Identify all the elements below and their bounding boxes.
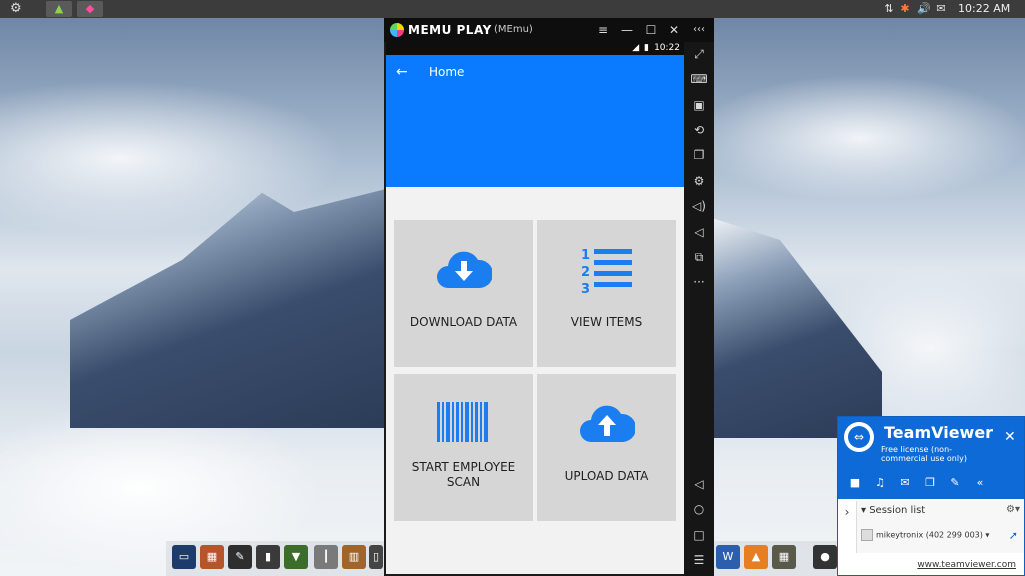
broom-icon[interactable]: ✎ xyxy=(946,475,964,491)
numbered-list-icon: 1 2 3 xyxy=(581,248,632,296)
files-icon[interactable]: ❐ xyxy=(921,475,939,491)
memu-sidebar: ⤢ ⌨ ▣ ⟲ ❐ ⚙ ◁) ◁ ⧉ ··· ◁ ○ □ ☰ xyxy=(684,42,714,576)
dock-left: ▭ ▦ ✎ ▮ ▼ ┃ ▥ ▯ xyxy=(166,541,384,576)
video-icon[interactable]: ■ xyxy=(846,475,864,491)
cloud-download-icon xyxy=(437,251,492,288)
network-transfer-icon[interactable]: ⇅ xyxy=(882,0,896,18)
session-gear-icon[interactable]: ⚙▾ xyxy=(1006,504,1020,515)
teamviewer-panel: ⇔ TeamViewer Free license (non-commercia… xyxy=(837,416,1025,576)
upload-data-tile[interactable]: UPLOAD DATA xyxy=(537,374,676,521)
fullscreen-icon[interactable]: ⤢ xyxy=(689,45,709,63)
cloud-upload-icon xyxy=(580,405,635,442)
chat-icon[interactable]: ✉ xyxy=(934,0,948,18)
page-title: Home xyxy=(429,65,465,79)
svg-text:1: 1 xyxy=(581,248,590,263)
memu-titlebar[interactable]: MEMU PLAY (MEmu) ≡ — ☐ ✕ ‹‹‹ xyxy=(384,18,714,42)
volume-up-icon[interactable]: ◁) xyxy=(689,197,709,215)
teamviewer-close-button[interactable]: ✕ xyxy=(1004,429,1016,445)
connect-cursor-icon[interactable]: ➚ xyxy=(1009,529,1018,542)
android-recents-icon[interactable]: □ xyxy=(689,526,709,544)
teamviewer-title: TeamViewer xyxy=(884,423,994,442)
view-items-tile[interactable]: 1 2 3 VIEW ITEMS xyxy=(537,220,676,367)
media-app-icon[interactable]: ▦ xyxy=(200,545,224,569)
view-items-label: VIEW ITEMS xyxy=(570,315,643,329)
rotate-icon[interactable]: ⟲ xyxy=(689,121,709,139)
android-back-icon[interactable]: ◁ xyxy=(689,475,709,493)
teamviewer-logo-icon: ⇔ xyxy=(844,422,874,452)
chat-bubble-icon[interactable]: ✉ xyxy=(896,475,914,491)
memu-logo-icon xyxy=(390,23,404,37)
start-employee-scan-tile[interactable]: START EMPLOYEE SCAN xyxy=(394,374,533,521)
vlc-app-icon[interactable]: ▲ xyxy=(744,545,768,569)
status-time: 10:22 xyxy=(654,43,680,53)
contact-avatar xyxy=(861,529,873,541)
android-home-icon[interactable]: ○ xyxy=(689,500,709,518)
android-menu-icon[interactable]: ☰ xyxy=(689,551,709,569)
sidebar-collapse-icon[interactable]: ‹‹‹ xyxy=(690,21,708,39)
android-app-icon[interactable]: ▲ xyxy=(46,1,72,17)
updates-icon[interactable]: ✱ xyxy=(898,0,912,18)
teamviewer-license: Free license (non-commercial use only) xyxy=(881,445,967,463)
maximize-button[interactable]: ☐ xyxy=(642,21,660,39)
memu-subtitle: (MEmu) xyxy=(494,24,533,35)
multi-window-icon[interactable]: ❐ xyxy=(689,146,709,164)
terminal-app-icon[interactable]: ▯ xyxy=(369,545,383,569)
download-app-icon[interactable]: ▼ xyxy=(284,545,308,569)
copy-icon[interactable]: ⧉ xyxy=(689,248,709,266)
tools-app-icon[interactable]: ✎ xyxy=(228,545,252,569)
books-app-icon[interactable]: ▥ xyxy=(342,545,366,569)
teamviewer-website-link[interactable]: www.teamviewer.com xyxy=(838,555,1024,575)
app-bar: ← Home xyxy=(386,55,684,187)
close-button[interactable]: ✕ xyxy=(665,21,683,39)
top-panel: ⚙ ▲ ◆ ⇅ ✱ 🔊 ✉ 10:22 AM xyxy=(0,0,1025,18)
volume-icon[interactable]: 🔊 xyxy=(917,0,931,18)
volume-down-icon[interactable]: ◁ xyxy=(689,223,709,241)
menu-icon[interactable]: ≡ xyxy=(594,21,612,39)
screenshot-icon[interactable]: ▣ xyxy=(689,96,709,114)
svg-text:3: 3 xyxy=(581,282,590,296)
device-app-icon[interactable]: ▮ xyxy=(256,545,280,569)
memu-title: MEMU PLAY xyxy=(408,23,492,37)
svg-text:2: 2 xyxy=(581,265,590,280)
memu-app-icon[interactable]: ◆ xyxy=(77,1,103,17)
back-arrow-icon[interactable]: ← xyxy=(396,63,408,81)
monitor-app-icon[interactable]: ▭ xyxy=(172,545,196,569)
headset-icon[interactable]: ♫ xyxy=(871,475,889,491)
teamviewer-header: ⇔ TeamViewer Free license (non-commercia… xyxy=(838,417,1024,499)
session-list-title[interactable]: ▾ Session list xyxy=(861,505,925,516)
session-contact[interactable]: mikeytronix (402 299 003) ▾ xyxy=(861,529,989,541)
dock-right: W ▲ ▦ ● xyxy=(714,541,837,576)
ubuntu-menu-icon[interactable]: ⚙ xyxy=(10,1,26,17)
memu-window: MEMU PLAY (MEmu) ≡ — ☐ ✕ ‹‹‹ ◢ ▮ 10:22 ←… xyxy=(384,18,714,576)
android-status-bar: ◢ ▮ 10:22 xyxy=(386,42,684,55)
minimize-button[interactable]: — xyxy=(618,21,636,39)
calculator-app-icon[interactable]: ▦ xyxy=(772,545,796,569)
joystick-app-icon[interactable]: ┃ xyxy=(314,545,338,569)
start-employee-scan-label: START EMPLOYEE SCAN xyxy=(411,460,516,489)
mountain-left xyxy=(70,188,390,428)
collapse-icon[interactable]: « xyxy=(971,475,989,491)
more-icon[interactable]: ··· xyxy=(689,273,709,291)
upload-data-label: UPLOAD DATA xyxy=(564,469,649,483)
session-list: ▾ Session list ⚙▾ mikeytronix (402 299 0… xyxy=(856,501,1024,553)
barcode-icon xyxy=(437,402,488,442)
settings-icon[interactable]: ⚙ xyxy=(689,172,709,190)
android-screen: ◢ ▮ 10:22 ← Home DOWNLOAD DATA 1 2 3 VIE… xyxy=(386,42,684,574)
download-data-label: DOWNLOAD DATA xyxy=(409,315,518,329)
clock[interactable]: 10:22 AM xyxy=(958,0,1010,18)
mountain-right xyxy=(712,218,882,438)
expand-arrow-icon[interactable]: › xyxy=(838,501,856,523)
download-data-tile[interactable]: DOWNLOAD DATA xyxy=(394,220,533,367)
word-app-icon[interactable]: W xyxy=(716,545,740,569)
recorder-app-icon[interactable]: ● xyxy=(813,545,837,569)
keyboard-icon[interactable]: ⌨ xyxy=(689,70,709,88)
signal-icons: ◢ ▮ xyxy=(632,43,650,53)
